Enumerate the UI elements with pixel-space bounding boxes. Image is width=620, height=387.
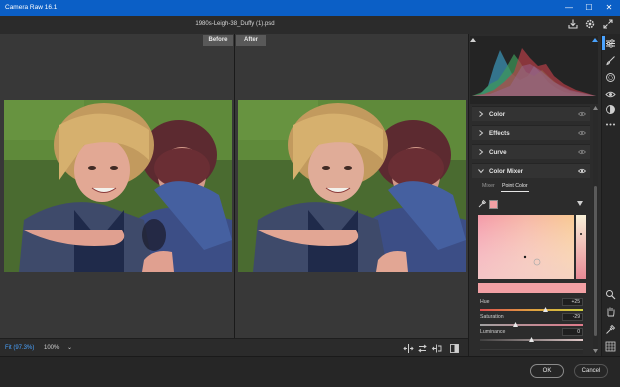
luminance-label: Luminance <box>480 329 506 335</box>
close-button[interactable]: ✕ <box>602 1 616 15</box>
next-control-partial <box>480 349 583 354</box>
panel-scrollbar-thumb[interactable] <box>594 186 597 336</box>
histogram <box>470 36 598 104</box>
brush-icon[interactable] <box>605 55 616 66</box>
more-icon[interactable] <box>605 119 616 130</box>
chevron-right-icon <box>479 111 484 117</box>
title-bar: Camera Raw 16.1 — ☐ ✕ <box>0 0 620 16</box>
minimize-button[interactable]: — <box>562 1 576 15</box>
swap-settings-icon[interactable] <box>417 343 428 354</box>
edit-sliders-icon[interactable] <box>605 38 616 49</box>
tab-mixer[interactable]: Mixer <box>482 183 495 189</box>
saturation-slider-track[interactable] <box>480 324 583 326</box>
chevron-right-icon <box>479 149 484 155</box>
visibility-eye-icon[interactable] <box>578 130 586 136</box>
after-photo <box>238 100 466 272</box>
file-name: 1980s-Leigh-38_Duffy (1).psd <box>195 21 275 27</box>
hue-slider-thumb[interactable] <box>543 307 548 312</box>
ok-button[interactable]: OK <box>530 364 564 378</box>
fit-zoom-button[interactable]: Fit (97.3%) <box>5 345 34 351</box>
section-label: Color <box>489 111 506 118</box>
zoom-icon[interactable] <box>605 289 616 300</box>
tab-point-color[interactable]: Point Color <box>502 183 528 189</box>
file-bar: 1980s-Leigh-38_Duffy (1).psd <box>0 16 620 34</box>
after-label: After <box>236 35 266 46</box>
chevron-down-icon <box>478 169 484 174</box>
point-color-field[interactable] <box>478 215 586 293</box>
sampler-icon[interactable] <box>605 324 616 335</box>
window-title: Camera Raw 16.1 <box>5 4 58 11</box>
section-label: Curve <box>489 149 507 156</box>
visibility-eye-icon[interactable] <box>578 149 586 155</box>
scroll-up-icon[interactable] <box>593 106 598 110</box>
visibility-eye-icon[interactable] <box>578 168 586 174</box>
section-label: Color Mixer <box>489 168 524 175</box>
zoom-value: 100% <box>44 345 60 351</box>
redeye-icon[interactable] <box>605 89 616 100</box>
sampled-color-swatch[interactable] <box>489 200 498 209</box>
copy-settings-icon[interactable] <box>431 343 442 354</box>
saturation-slider-thumb[interactable] <box>513 322 518 327</box>
split-divider[interactable] <box>234 34 235 338</box>
active-tab-underline <box>501 191 529 192</box>
maximize-button[interactable]: ☐ <box>582 1 596 15</box>
hand-icon[interactable] <box>605 306 616 317</box>
before-photo <box>4 100 232 272</box>
luminance-slider-thumb[interactable] <box>529 337 534 342</box>
scroll-down-icon[interactable] <box>593 349 598 353</box>
viewer-bottom-bar: Fit (97.3%) 100% ⌄ <box>0 338 468 356</box>
section-label: Effects <box>489 130 510 137</box>
visibility-eye-icon[interactable] <box>578 111 586 117</box>
luminance-value[interactable]: 0 <box>562 328 583 336</box>
zoom-select[interactable]: 100% ⌄ <box>44 344 72 351</box>
settings-gear-icon[interactable] <box>584 18 596 30</box>
masking-icon[interactable] <box>605 72 616 83</box>
dialog-footer <box>0 356 620 387</box>
presets-icon[interactable] <box>605 104 616 115</box>
cancel-button[interactable]: Cancel <box>574 364 608 378</box>
hue-label: Hue <box>480 299 490 305</box>
saturation-label: Saturation <box>480 314 504 320</box>
saturation-value[interactable]: -29 <box>562 313 583 321</box>
section-color[interactable]: Color <box>472 106 590 121</box>
section-effects[interactable]: Effects <box>472 125 590 140</box>
hue-slider-track[interactable] <box>480 309 583 311</box>
grid-icon[interactable] <box>605 341 616 352</box>
before-label: Before <box>203 35 233 46</box>
save-icon[interactable] <box>567 18 579 30</box>
chevron-down-icon: ⌄ <box>67 345 73 351</box>
section-color-mixer[interactable]: Color Mixer <box>472 163 590 178</box>
fullscreen-icon[interactable] <box>602 18 614 30</box>
eyedropper-icon[interactable] <box>478 199 487 208</box>
section-curve[interactable]: Curve <box>472 144 590 159</box>
split-view-icon[interactable] <box>449 343 460 354</box>
before-after-toggle-icon[interactable] <box>403 343 414 354</box>
triangle-down-icon[interactable] <box>577 201 583 206</box>
chevron-right-icon <box>479 130 484 136</box>
hue-value[interactable]: +25 <box>562 298 583 306</box>
